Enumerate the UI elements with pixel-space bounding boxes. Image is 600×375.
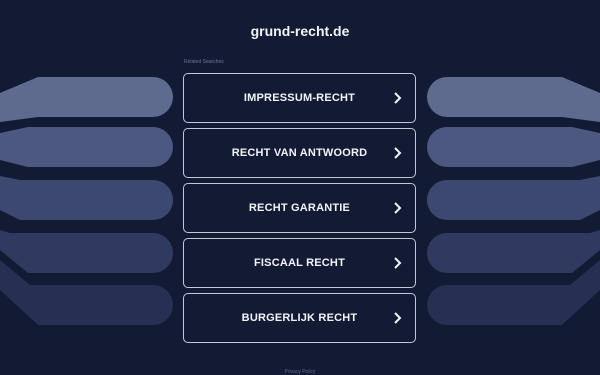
related-searches-label: Related Searches — [184, 59, 224, 65]
right-stripe-1 — [427, 77, 600, 122]
chevron-right-icon — [394, 257, 402, 269]
related-link-label: RECHT VAN ANTWOORD — [231, 147, 368, 159]
chevron-right-icon — [394, 312, 402, 324]
related-link-label: RECHT GARANTIE — [248, 202, 351, 214]
left-stripe-2 — [0, 127, 173, 167]
right-stripe-2 — [427, 127, 600, 167]
left-stripe-1 — [0, 77, 173, 122]
related-link-label: IMPRESSUM-RECHT — [243, 92, 356, 104]
related-link-button[interactable]: RECHT VAN ANTWOORD — [183, 128, 416, 178]
related-link-label: FISCAAL RECHT — [253, 257, 345, 269]
related-link-button[interactable]: IMPRESSUM-RECHT — [183, 73, 416, 123]
chevron-right-icon — [394, 202, 402, 214]
right-stripes — [427, 77, 600, 325]
chevron-right-icon — [394, 147, 402, 159]
related-link-button[interactable]: RECHT GARANTIE — [183, 183, 416, 233]
left-stripe-3 — [0, 176, 173, 220]
left-stripe-4 — [0, 230, 173, 273]
right-stripe-3 — [427, 176, 600, 220]
chevron-right-icon — [394, 92, 402, 104]
site-domain-title: grund-recht.de — [250, 23, 350, 39]
left-stripes — [0, 77, 173, 325]
related-links-list: IMPRESSUM-RECHT RECHT VAN ANTWOORD RECHT… — [183, 73, 416, 348]
right-stripe-4 — [427, 230, 600, 273]
related-link-button[interactable]: BURGERLIJK RECHT — [183, 293, 416, 343]
related-link-button[interactable]: FISCAAL RECHT — [183, 238, 416, 288]
privacy-policy-link[interactable]: Privacy Policy — [0, 369, 600, 375]
related-link-label: BURGERLIJK RECHT — [241, 312, 358, 324]
